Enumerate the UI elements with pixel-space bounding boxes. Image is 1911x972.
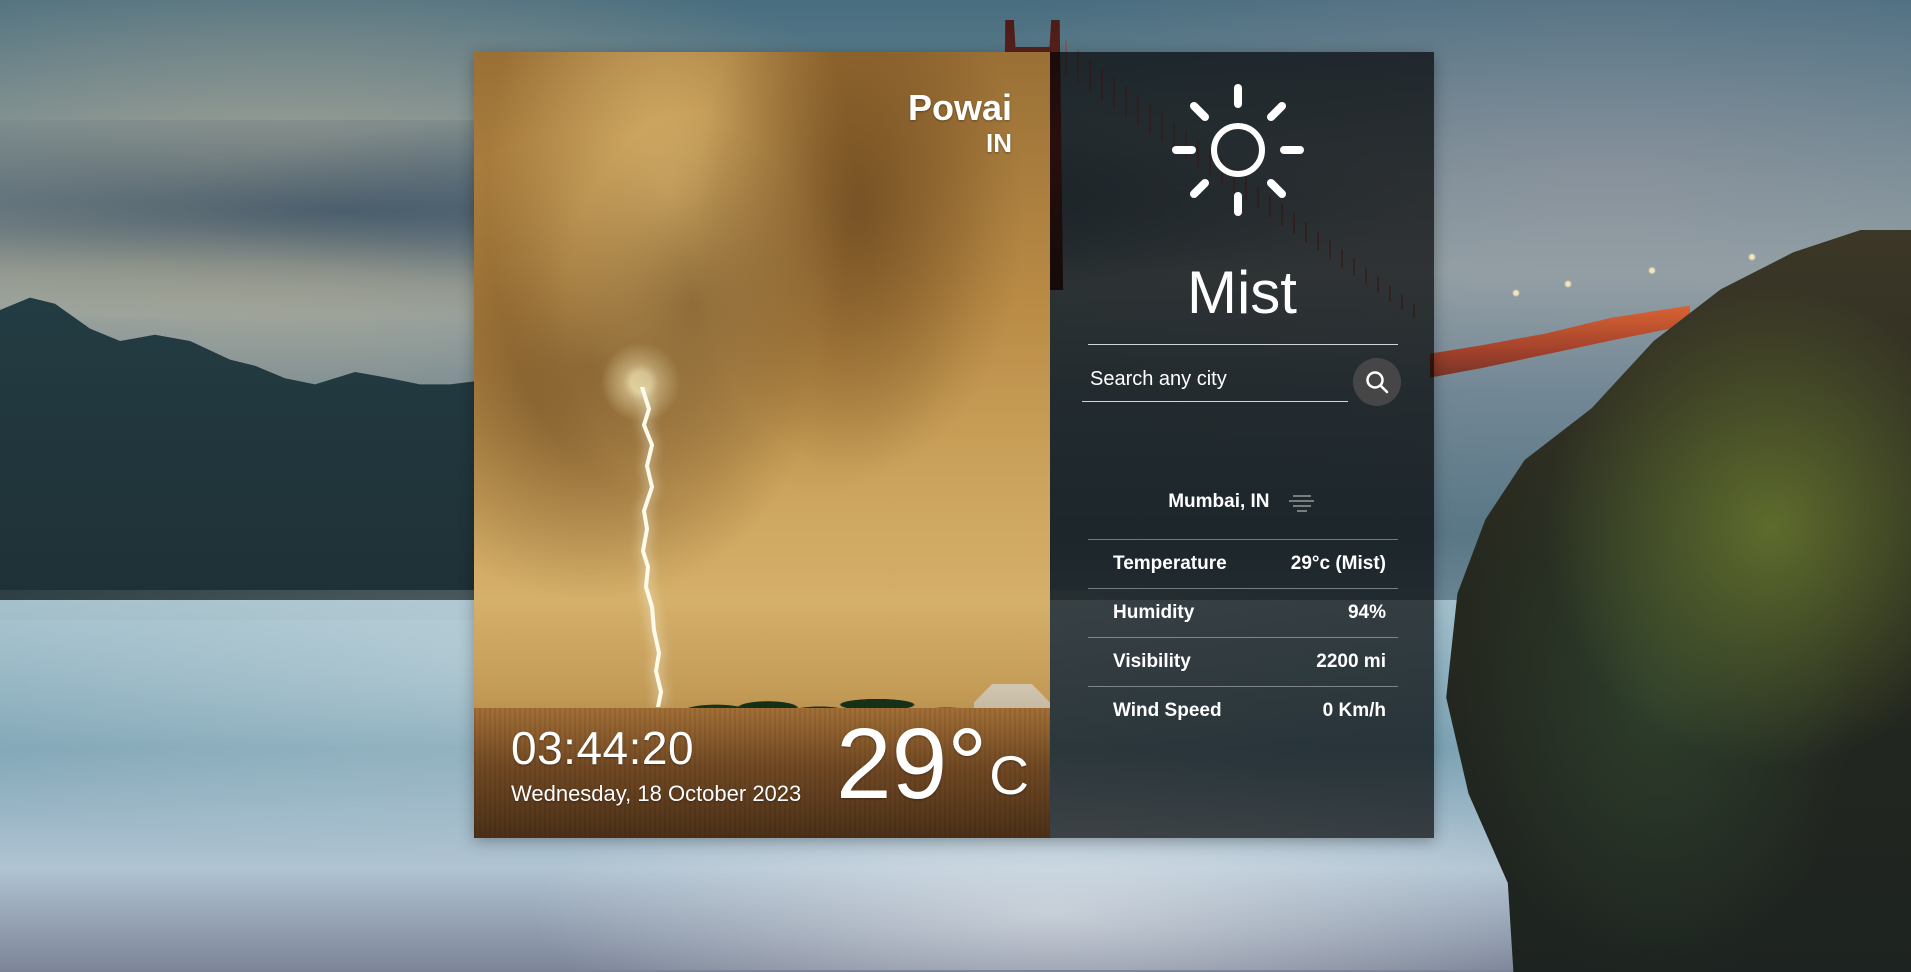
weather-stats: Temperature 29°c (Mist) Humidity 94% Vis…	[1088, 539, 1398, 735]
stat-row-temperature: Temperature 29°c (Mist)	[1088, 539, 1398, 588]
city-search	[1082, 358, 1402, 410]
mist-icon	[1288, 495, 1314, 512]
weather-app-page: Powai IN 03:44:20 Wednesday, 18 October …	[0, 0, 1911, 972]
stat-label: Humidity	[1113, 602, 1195, 623]
stat-row-humidity: Humidity 94%	[1088, 588, 1398, 637]
search-button[interactable]	[1353, 358, 1401, 406]
stat-value: 29°c (Mist)	[1290, 553, 1386, 574]
stat-row-visibility: Visibility 2200 mi	[1088, 637, 1398, 686]
section-divider	[1088, 344, 1398, 345]
location-block: Powai IN	[907, 87, 1012, 159]
temperature-display: 29°C	[836, 714, 1029, 814]
stat-value: 2200 mi	[1316, 651, 1386, 672]
weather-card: Powai IN 03:44:20 Wednesday, 18 October …	[474, 52, 1434, 838]
weather-condition: Mist	[1187, 259, 1297, 326]
country-code: IN	[986, 128, 1012, 158]
time-date-block: 03:44:20 Wednesday, 18 October 2023	[511, 724, 801, 809]
stat-label: Wind Speed	[1113, 700, 1222, 721]
stat-label: Temperature	[1113, 553, 1227, 574]
stat-row-wind-speed: Wind Speed 0 Km/h	[1088, 686, 1398, 735]
sun-icon	[1172, 84, 1304, 216]
current-weather-panel: Powai IN 03:44:20 Wednesday, 18 October …	[474, 52, 1050, 838]
weather-location: Mumbai, IN	[1050, 490, 1434, 514]
current-date: Wednesday, 18 October 2023	[511, 781, 802, 806]
stat-value: 94%	[1347, 602, 1386, 623]
current-time: 03:44:20	[511, 722, 695, 774]
search-icon	[1366, 371, 1389, 394]
city-name: Powai	[907, 87, 1012, 128]
weather-details-panel: Mist Mumbai, IN	[1050, 52, 1434, 838]
temperature-value: 29°	[836, 708, 988, 820]
search-input[interactable]	[1082, 358, 1348, 402]
stat-label: Visibility	[1113, 651, 1191, 672]
stat-value: 0 Km/h	[1322, 700, 1386, 721]
temperature-unit: C	[989, 744, 1029, 806]
location-text: Mumbai, IN	[1168, 491, 1270, 513]
